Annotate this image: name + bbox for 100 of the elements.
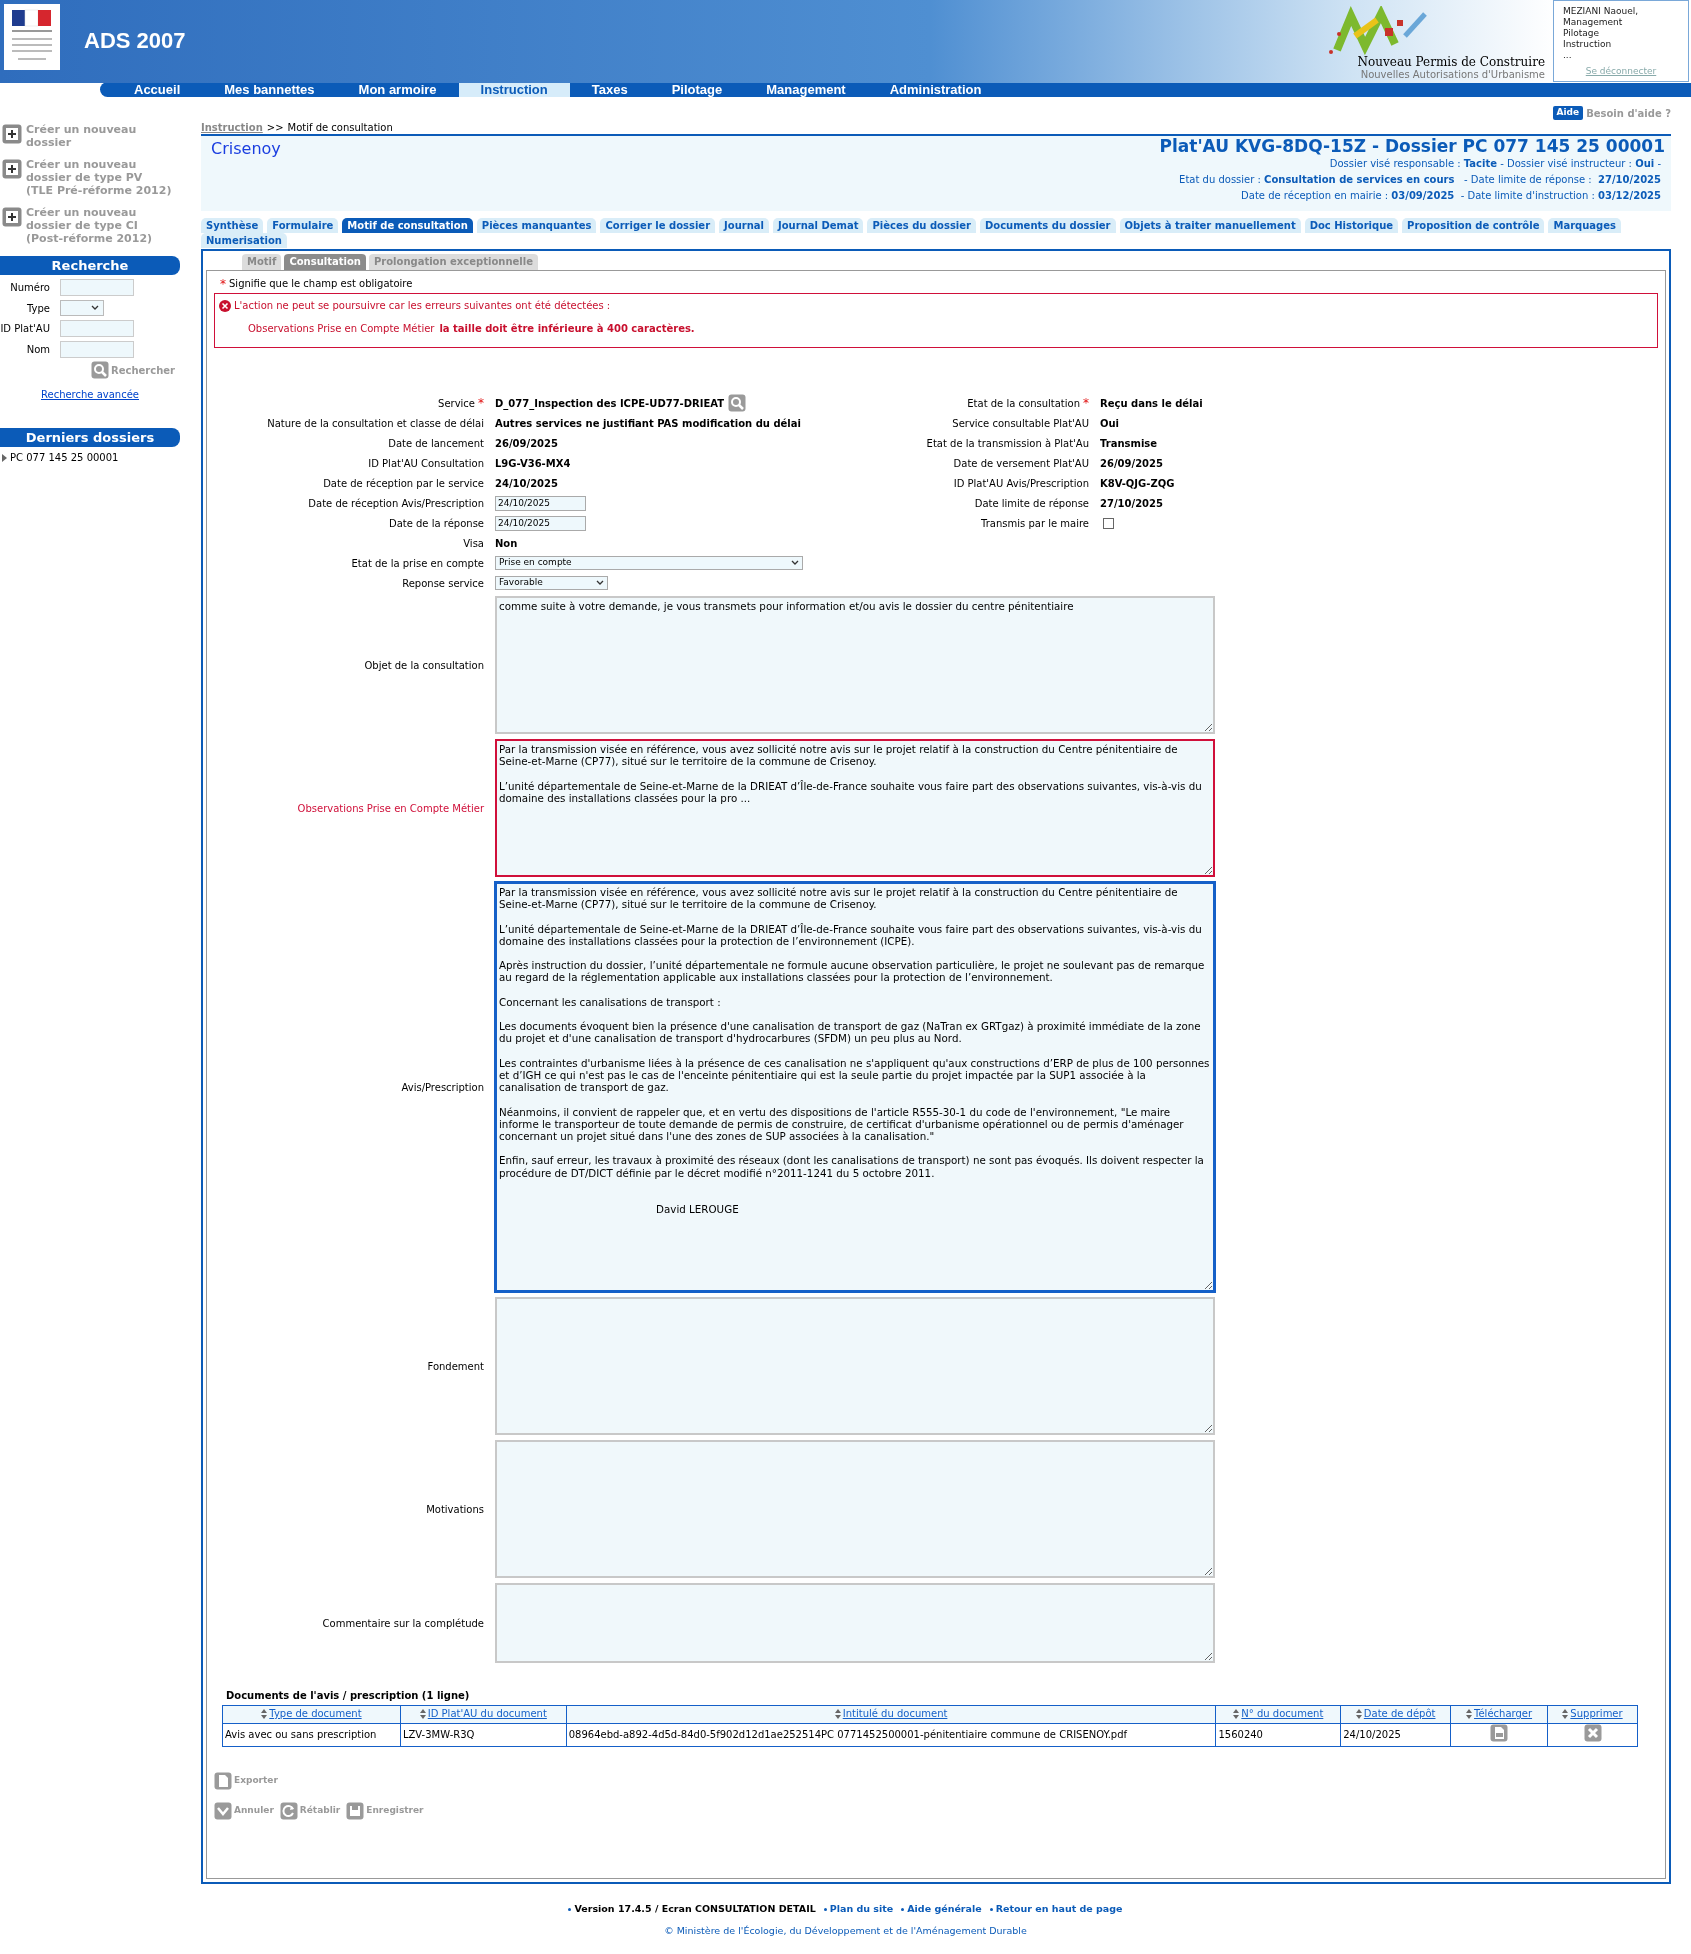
type-select[interactable]: [60, 300, 104, 316]
version-link[interactable]: Version 17.4.5 / Ecran CONSULTATION DETAIL: [574, 1902, 816, 1917]
menu-item[interactable]: Administration: [867, 82, 1004, 97]
dropdown[interactable]: Favorable: [495, 576, 608, 590]
field-label: ID Plat'AU: [0, 323, 51, 334]
recent-dossier-link[interactable]: PC 077 145 25 00001: [0, 450, 180, 465]
tab[interactable]: Numerisation: [201, 233, 287, 248]
menu-item[interactable]: Mes bannettes: [202, 82, 337, 97]
breadcrumb-link[interactable]: Instruction: [201, 121, 263, 134]
sort-icon: [1355, 1708, 1362, 1719]
menu-item[interactable]: Pilotage: [649, 82, 745, 97]
tab[interactable]: Marquages: [1548, 218, 1621, 233]
text-input[interactable]: [60, 279, 134, 296]
refresh-icon: [279, 1801, 298, 1820]
table-title: Documents de l'avis / prescription (1 ligne): [225, 1689, 471, 1703]
table-cell: LZV-3MW-R3Q: [402, 1729, 475, 1740]
table-cell: Avis avec ou sans prescription: [225, 1729, 377, 1740]
checkbox[interactable]: [1103, 517, 1114, 529]
field-value: 26/09/2025: [495, 436, 558, 451]
field-value: 27/10/2025: [1100, 496, 1163, 511]
section-header: Derniers dossiers: [0, 428, 180, 447]
tab[interactable]: Proposition de contrôle: [1402, 218, 1545, 233]
brand-subtitle: Nouvelles Autorisations d'Urbanisme: [1360, 69, 1545, 81]
field-value: 26/09/2025: [1100, 456, 1163, 471]
tab[interactable]: Journal: [719, 218, 769, 233]
footer-link[interactable]: Plan du site: [829, 1902, 894, 1917]
field-value: L9G-V36-MX4: [495, 456, 571, 471]
field-value: K8V-QJG-ZQG: [1100, 476, 1175, 491]
user-info-text: ...: [1563, 50, 1573, 61]
error-icon: [219, 299, 231, 312]
footer-link[interactable]: Retour en haut de page: [995, 1902, 1123, 1917]
copyright-text: © Ministère de l'Écologie, du Développement et de l'Aménagement Durable: [663, 1924, 1028, 1939]
tab[interactable]: Documents du dossier: [979, 218, 1116, 233]
tab[interactable]: Pièces manquantes: [476, 218, 597, 233]
help-badge[interactable]: Aide: [1552, 106, 1584, 120]
field-label: Objet de la consultation: [363, 658, 485, 673]
field-label: Motivations: [425, 1502, 485, 1517]
field-label: Date limite de réponse: [974, 496, 1089, 511]
tab[interactable]: Corriger le dossier: [600, 218, 716, 233]
field-label: Etat de la consultation *: [967, 395, 1089, 411]
advanced-search-link[interactable]: Recherche avancée: [41, 387, 139, 402]
table-cell: 08964ebd-a892-4d5d-84d0-5f902d12d1ae252514PC 0771452500001-pénitentiaire commune de CRISENOY.pdf: [568, 1729, 1128, 1740]
error-title: L'action ne peut se poursuivre car les erreurs suivantes ont été détectées :: [234, 299, 611, 313]
error-message: la taille doit être inférieure à 400 caractères.: [439, 322, 695, 336]
menu-item[interactable]: Mon armoire: [336, 82, 459, 97]
caret-icon: [791, 560, 799, 566]
text-area[interactable]: [495, 1583, 1215, 1663]
breadcrumb-separator: >>: [266, 121, 284, 134]
dossier-info-text: Date de réception en mairie : 03/09/2025 - Date limite d'instruction : 03/12/2025: [1241, 189, 1661, 203]
sort-icon: [1562, 1708, 1569, 1719]
menu-item[interactable]: Management: [744, 82, 868, 97]
tab[interactable]: Synthèse: [201, 218, 264, 233]
field-label: Observations Prise en Compte Métier: [296, 801, 485, 816]
tab[interactable]: Formulaire: [267, 218, 339, 233]
triangle-icon: [2, 453, 7, 462]
field-value: 24/10/2025: [495, 476, 558, 491]
field-label: Avis/Prescription: [400, 1080, 485, 1095]
commune-name: Crisenoy: [211, 138, 281, 160]
field-value: Non: [495, 536, 518, 551]
search-icon: [728, 394, 747, 412]
tab[interactable]: Journal Demat: [773, 218, 864, 233]
text-input[interactable]: [60, 320, 134, 337]
field-value: Autres services ne justifiant PAS modification du délai: [495, 416, 801, 431]
tab[interactable]: Doc Historique: [1304, 218, 1399, 233]
error-field: Observations Prise en Compte Métier: [248, 321, 435, 336]
search-icon: [91, 361, 109, 379]
caret-icon: [91, 305, 99, 311]
bullet-icon: [901, 1907, 905, 1911]
add-document-icon: [2, 124, 22, 144]
column-header-link[interactable]: Intitulé du document: [834, 1706, 948, 1721]
caret-icon: [596, 580, 604, 586]
menu-item[interactable]: Accueil: [112, 82, 203, 97]
field-value: Oui: [1100, 416, 1120, 431]
download-button[interactable]: [1490, 1723, 1509, 1742]
search-button[interactable]: Rechercher: [91, 361, 175, 379]
app-title: ADS 2007: [84, 27, 186, 55]
dropdown[interactable]: Prise en compte: [495, 556, 803, 570]
field-label: Date de réception Avis/Prescription: [308, 496, 484, 511]
field-label: Fondement: [426, 1359, 485, 1374]
text-area[interactable]: [495, 1297, 1215, 1435]
bullet-icon: [989, 1907, 993, 1911]
date-input[interactable]: 24/10/2025: [495, 515, 586, 531]
tab[interactable]: Pièces du dossier: [867, 218, 976, 233]
field-label: Date de lancement: [388, 436, 484, 451]
footer-link[interactable]: Aide générale: [907, 1902, 982, 1917]
sub-tab[interactable]: Consultation: [284, 254, 366, 270]
text-input[interactable]: [60, 341, 134, 358]
menu-item[interactable]: Taxes: [569, 82, 650, 97]
delete-button[interactable]: [1583, 1723, 1602, 1742]
field-value: Transmise: [1100, 436, 1158, 451]
field-label: ID Plat'AU Avis/Prescription: [953, 476, 1089, 491]
date-input[interactable]: 24/10/2025: [495, 495, 586, 511]
field-label: Type: [26, 302, 51, 314]
tab[interactable]: Objets à traiter manuellement: [1119, 218, 1301, 233]
text-area[interactable]: Par la transmission visée en référence, vous avez sollicité notre avis sur le projet relatif à la construction du Centre pénitentiaire de Seine-et-Marne (CP77), situé sur le territoire de la commune de Crisenoy. L’unité départementale de Seine-et-Marne de la DRIEAT d’Île-de-France souhaite vous faire part des observations suivantes, vis-à-vis du domaine des installations classées pour la pro ...: [495, 739, 1215, 877]
create-dossier-link[interactable]: Créer un nouveau dossier de type CI (Post-réforme 2012): [0, 206, 180, 245]
tab[interactable]: Motif de consultation: [342, 218, 473, 233]
text-area[interactable]: Par la transmission visée en référence, vous avez sollicité notre avis sur le projet relatif à la construction du Centre pénitentiaire de Seine-et-Marne (CP77), situé sur le territoire de la commune de Crisenoy. L’unité départementale de Seine-et-Marne de la DRIEAT d’Île-de-France souhaite vous faire part des observations suivantes, vis-à-vis du domaine des installations classées pour la protection de l’environnement (ICPE). Après instruction du dossier, l’unité départementale ne formule aucune observation particulière, le projet ne soulevant pas de remarque au regard de la réglementation applicable aux installations classées pour la protection de l’environnement. Concernant les canalisations de transport : Les documents évoquent bien la présence d'une canalisation de transport de gaz (NaTran ex GRTgaz) à proximité immédiate de la zone du projet et d'une canalisation de transport d'hydrocarbures (SFDM) un peu plus au Nord. Les contraintes d'urbanisme liées à la présence de ces canalisation ne s'appliquent qu'aux constructions d’ERP de plus de 100 personnes et d’IGH ce qui n'est pas le cas de l'enceinte pénitentiaire qui est la seule partie du projet impactée par la SUP1 associée à la canalisation de transport de gaz. Néanmoins, il convient de rappeler que, et en vertu des dispositions de l'article R555-30-1 du code de l'environnement, "Le maire informe le transporteur de toute demande de permis de construire, de certificat d'urbanisme opérationnel ou de permis d'aménager concernant un projet situé dans l'une des zones de SUP associées à la canalisation." Enfin, sauf erreur, les travaux à proximité des réseaux (dont les canalisations de transport) ne sont pas évoqués. Ils doivent respecter la procédure de DT/DICT définie par le décret modifié n°2011-1241 du 5 octobre 2011. David LEROUGE: [495, 882, 1215, 1292]
text-area[interactable]: comme suite à votre demande, je vous transmets pour information et/ou avis le dossier du centre pénitentiaire: [495, 596, 1215, 734]
text-area[interactable]: [495, 1440, 1215, 1578]
